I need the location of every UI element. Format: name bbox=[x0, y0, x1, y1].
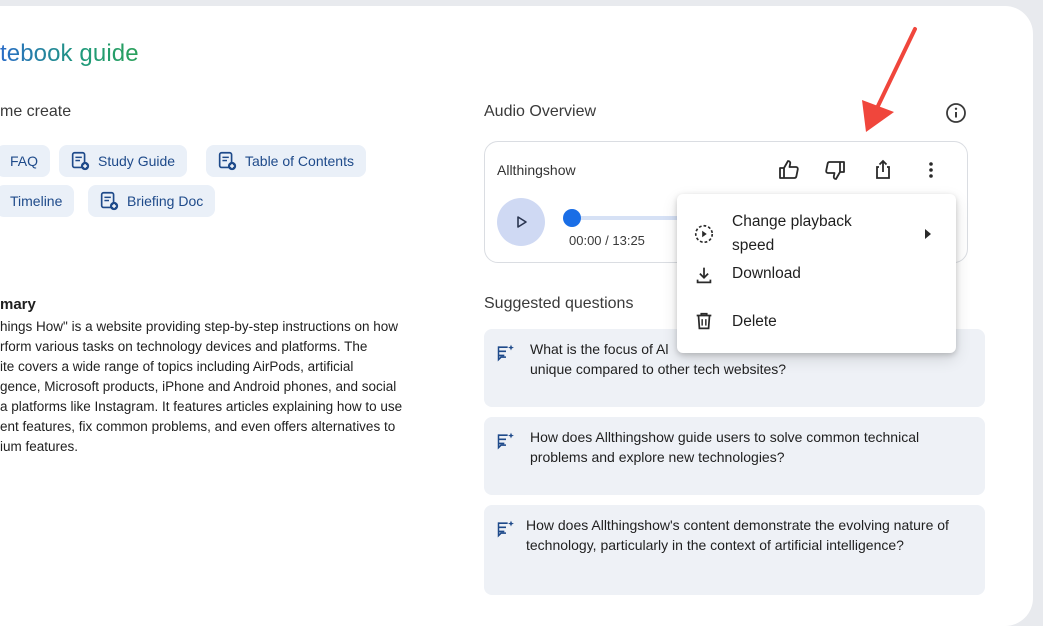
timeline-chip[interactable]: Timeline bbox=[0, 185, 75, 217]
question-spark-icon bbox=[496, 519, 516, 539]
progress-track[interactable] bbox=[571, 216, 681, 220]
summary-text: hings How" is a website providing step-b… bbox=[0, 317, 440, 457]
trash-icon bbox=[693, 310, 715, 332]
playback-speed-icon bbox=[693, 223, 715, 245]
summary-line: gence, Microsoft products, iPhone and An… bbox=[0, 379, 397, 394]
menu-item-label: Download bbox=[732, 265, 801, 282]
play-icon bbox=[513, 214, 529, 230]
faq-chip[interactable]: FAQ bbox=[0, 145, 51, 177]
question-text: How does Allthingshow's content demonstr… bbox=[526, 517, 949, 553]
question-text: How does Allthingshow guide users to sol… bbox=[530, 429, 920, 465]
audio-title: Allthingshow bbox=[497, 162, 576, 178]
document-add-icon bbox=[69, 150, 91, 172]
study-guide-chip[interactable]: Study Guide bbox=[59, 145, 188, 177]
share-icon[interactable] bbox=[869, 156, 897, 184]
question-line: unique compared to other tech websites? bbox=[530, 361, 787, 377]
briefing-doc-chip[interactable]: Briefing Doc bbox=[88, 185, 216, 217]
summary-heading: mary bbox=[0, 296, 36, 313]
timeline-label: Timeline bbox=[10, 193, 63, 209]
info-icon[interactable] bbox=[944, 101, 968, 125]
summary-line: a platforms like Instagram. It features … bbox=[0, 399, 403, 414]
audio-overview-heading: Audio Overview bbox=[484, 103, 597, 120]
table-of-contents-label: Table of Contents bbox=[245, 153, 354, 169]
submenu-arrow-icon bbox=[923, 227, 933, 245]
more-vert-icon[interactable] bbox=[917, 156, 945, 184]
study-guide-label: Study Guide bbox=[98, 153, 176, 169]
audio-options-menu: Change playback speed Download Delete bbox=[677, 194, 956, 353]
menu-item-label: Change playback speed bbox=[732, 213, 852, 254]
menu-item-label: Delete bbox=[732, 313, 777, 330]
menu-item-change-playback-speed[interactable]: Change playback speed bbox=[677, 202, 956, 258]
faq-chip-label: FAQ bbox=[10, 153, 39, 169]
download-icon bbox=[693, 264, 715, 286]
thumbs-down-icon[interactable] bbox=[821, 156, 849, 184]
menu-item-download[interactable]: Download bbox=[677, 260, 956, 298]
page-title: tebook guide bbox=[0, 40, 139, 67]
summary-line: rform various tasks on technology device… bbox=[0, 339, 368, 354]
progress-thumb[interactable] bbox=[563, 209, 581, 227]
annotation-arrow-icon bbox=[862, 27, 917, 132]
document-add-icon bbox=[216, 150, 238, 172]
playback-time: 00:00 / 13:25 bbox=[569, 233, 645, 248]
document-add-icon bbox=[98, 190, 120, 212]
summary-line: ium features. bbox=[0, 439, 79, 454]
briefing-doc-label: Briefing Doc bbox=[127, 193, 204, 209]
summary-line: ite covers a wide range of topics includ… bbox=[0, 359, 354, 374]
menu-item-delete[interactable]: Delete bbox=[677, 306, 956, 344]
suggested-questions-heading: Suggested questions bbox=[484, 295, 634, 312]
create-heading: me create bbox=[0, 103, 72, 120]
thumbs-up-icon[interactable] bbox=[775, 156, 803, 184]
table-of-contents-chip[interactable]: Table of Contents bbox=[206, 145, 366, 177]
suggested-question-card[interactable]: How does Allthingshow guide users to sol… bbox=[484, 417, 985, 495]
question-spark-icon bbox=[496, 343, 516, 363]
summary-line: hings How" is a website providing step-b… bbox=[0, 319, 398, 334]
summary-line: ent features, fix common problems, and e… bbox=[0, 419, 396, 434]
play-button[interactable] bbox=[497, 198, 545, 246]
question-spark-icon bbox=[496, 431, 516, 451]
suggested-question-card[interactable]: How does Allthingshow's content demonstr… bbox=[484, 505, 985, 595]
